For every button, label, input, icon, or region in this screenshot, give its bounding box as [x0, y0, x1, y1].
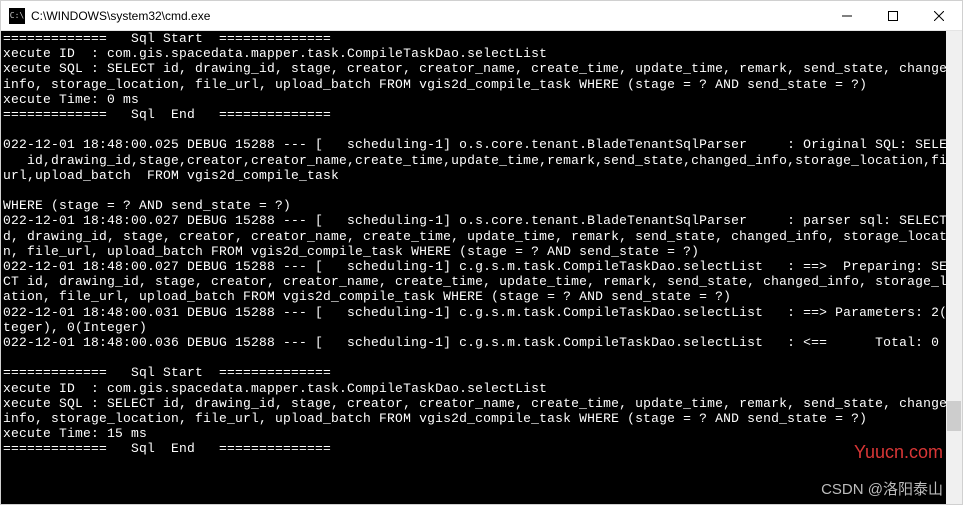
brand-watermark: Yuucn.com	[854, 442, 943, 463]
cmd-icon: C:\	[9, 8, 25, 24]
credit-watermark: CSDN @洛阳泰山	[821, 478, 943, 499]
cmd-window: C:\ C:\WINDOWS\system32\cmd.exe ========…	[0, 0, 963, 505]
scrollbar-thumb[interactable]	[947, 401, 961, 431]
scrollbar[interactable]	[946, 31, 962, 504]
maximize-button[interactable]	[870, 1, 916, 31]
terminal-output[interactable]: ============= Sql Start ============== x…	[1, 31, 962, 504]
minimize-button[interactable]	[824, 1, 870, 31]
window-title: C:\WINDOWS\system32\cmd.exe	[31, 9, 210, 23]
close-button[interactable]	[916, 1, 962, 31]
close-icon	[934, 11, 944, 21]
minimize-icon	[842, 11, 852, 21]
maximize-icon	[888, 11, 898, 21]
titlebar[interactable]: C:\ C:\WINDOWS\system32\cmd.exe	[1, 1, 962, 31]
